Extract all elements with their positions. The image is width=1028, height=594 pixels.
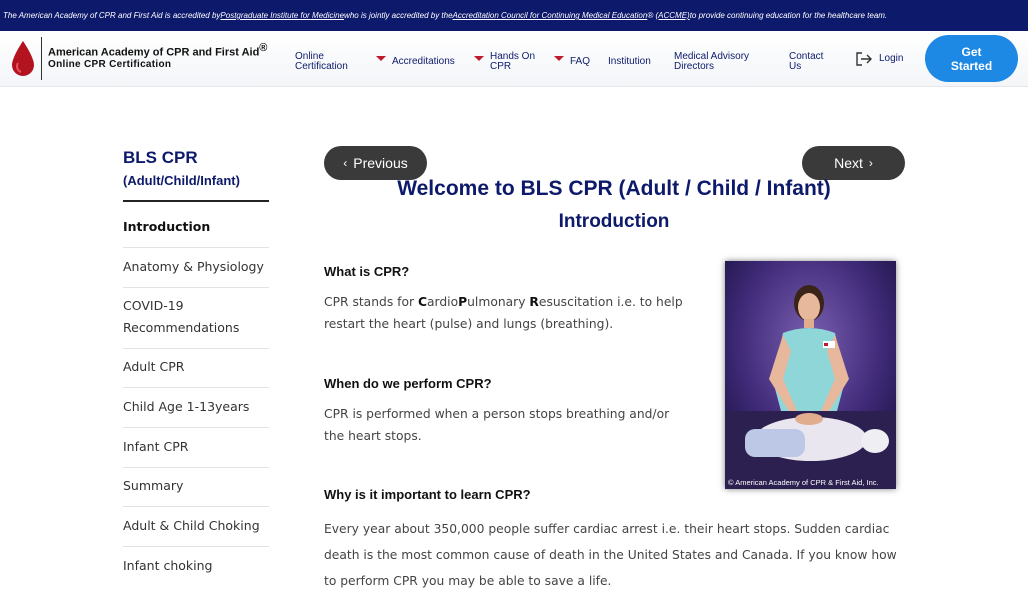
sidebar-separator — [123, 546, 269, 547]
chevron-down-icon[interactable] — [554, 56, 564, 61]
sidebar-item-adult-cpr[interactable]: Adult CPR — [123, 356, 269, 378]
sidebar-separator — [123, 387, 269, 388]
sidebar-item-summary[interactable]: Summary — [123, 475, 269, 497]
sidebar-title: BLS CPR — [123, 148, 198, 167]
chevron-right-icon: › — [868, 156, 873, 170]
site-header: American Academy of CPR and First Aid® O… — [0, 31, 1028, 87]
nav-faq[interactable]: FAQ — [570, 57, 590, 67]
question-why-learn-cpr: Why is it important to learn CPR? — [324, 487, 531, 502]
sidebar-item-covid[interactable]: COVID-19 Recommendations — [123, 295, 269, 339]
login-icon[interactable] — [855, 51, 873, 67]
sidebar-separator — [123, 348, 269, 349]
nav-accreditations[interactable]: Accreditations — [392, 57, 455, 67]
question-when-cpr: When do we perform CPR? — [324, 376, 492, 391]
accreditation-banner: The American Academy of CPR and First Ai… — [0, 0, 1028, 31]
sidebar-separator — [123, 506, 269, 507]
sidebar-subtitle: (Adult/Child/Infant) — [123, 173, 240, 188]
next-button[interactable]: Next › — [802, 146, 905, 180]
banner-text: who is jointly accredited by the — [344, 11, 453, 20]
photo-copyright: © American Academy of CPR & First Aid, I… — [728, 478, 879, 487]
brand-name[interactable]: American Academy of CPR and First Aid® — [48, 42, 267, 59]
pim-link[interactable]: Postgraduate Institute for Medicine — [220, 11, 344, 20]
cpr-instructor-photo: © American Academy of CPR & First Aid, I… — [725, 261, 896, 489]
chevron-left-icon: ‹ — [343, 156, 348, 170]
sidebar-item-child[interactable]: Child Age 1-13years — [123, 396, 269, 418]
sidebar-separator — [123, 247, 269, 248]
brand-tagline: Online CPR Certification — [48, 59, 172, 70]
sidebar-divider — [123, 200, 269, 202]
answer-what-is-cpr: CPR stands for CardioPulmonary Resuscita… — [324, 295, 683, 331]
nav-institution[interactable]: Institution — [608, 57, 651, 67]
chevron-down-icon[interactable] — [474, 56, 484, 61]
nav-contact-us[interactable]: Contact Us — [789, 52, 833, 72]
sidebar-separator — [123, 287, 269, 288]
sidebar-item-infant-cpr[interactable]: Infant CPR — [123, 436, 269, 458]
sidebar-item-infant-choking[interactable]: Infant choking — [123, 555, 269, 577]
banner-text: to provide continuing education for the … — [689, 11, 888, 20]
instructor-illustration-icon — [725, 261, 896, 489]
sidebar-separator — [123, 467, 269, 468]
login-link[interactable]: Login — [879, 53, 903, 64]
answer-why-learn-cpr: Every year about 350,000 people suffer c… — [324, 522, 897, 588]
page-title: Welcome to BLS CPR (Adult / Child / Infa… — [397, 177, 831, 200]
sidebar-item-adult-child-choking[interactable]: Adult & Child Choking — [123, 515, 269, 537]
registered-mark: ® — [647, 11, 654, 20]
nav-hands-on-cpr[interactable]: Hands On CPR — [490, 52, 538, 72]
sidebar-item-anatomy[interactable]: Anatomy & Physiology — [123, 256, 269, 278]
chevron-down-icon[interactable] — [376, 56, 386, 61]
previous-button[interactable]: ‹ Previous — [324, 146, 427, 180]
nav-medical-advisory-directors[interactable]: Medical Advisory Directors — [674, 52, 758, 72]
blood-drop-logo-icon[interactable] — [11, 41, 35, 77]
accme-link[interactable]: Accreditation Council for Continuing Med… — [453, 11, 648, 20]
question-what-is-cpr: What is CPR? — [324, 264, 410, 279]
sidebar-item-introduction[interactable]: Introduction — [123, 216, 269, 238]
sidebar-separator — [123, 427, 269, 428]
banner-text: The American Academy of CPR and First Ai… — [3, 11, 221, 20]
nav-online-certification[interactable]: Online Certification — [295, 52, 357, 72]
page-subtitle: Introduction — [558, 211, 670, 232]
logo-divider — [41, 37, 42, 80]
get-started-button[interactable]: Get Started — [925, 35, 1018, 82]
accme-abbr-link[interactable]: (ACCME) — [655, 11, 689, 20]
answer-when-cpr: CPR is performed when a person stops bre… — [324, 407, 670, 443]
